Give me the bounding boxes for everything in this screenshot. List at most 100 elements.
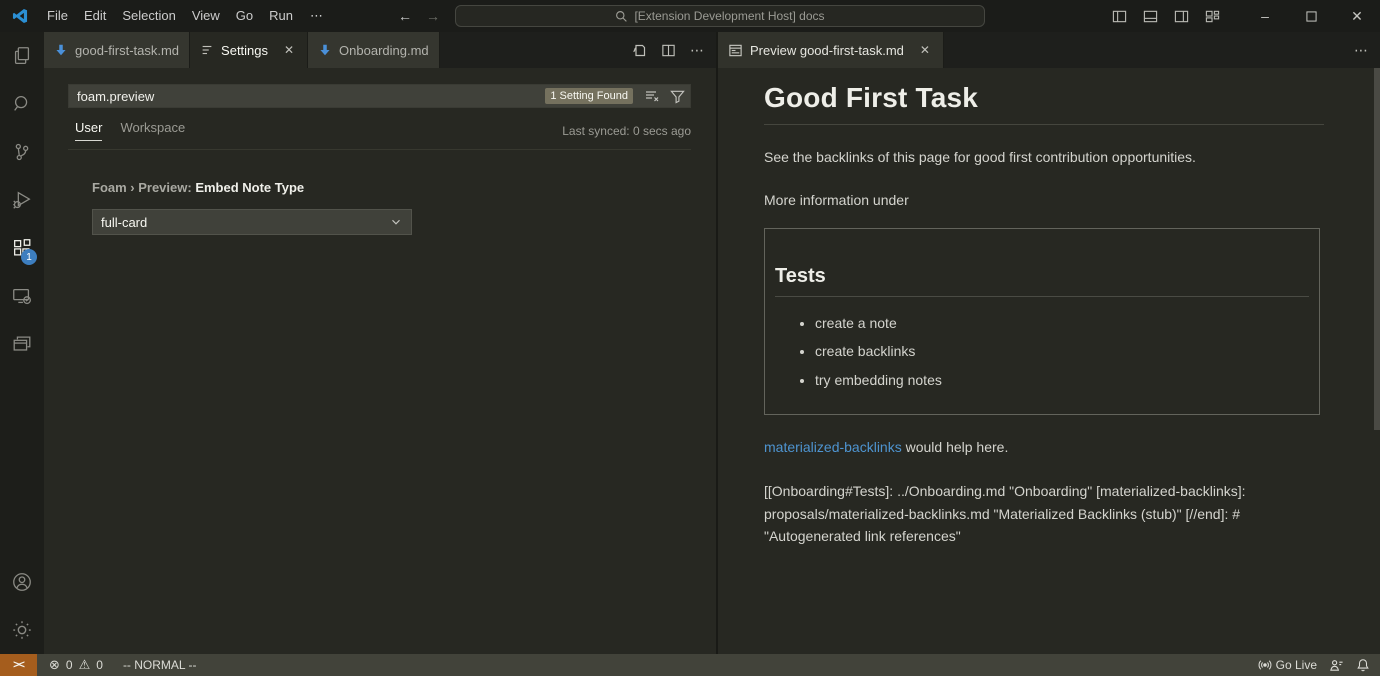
extensions-icon[interactable]: 1 — [0, 224, 44, 272]
search-view-icon[interactable] — [0, 80, 44, 128]
source-control-icon[interactable] — [0, 128, 44, 176]
settings-results-badge: 1 Setting Found — [545, 88, 633, 104]
settings-editor: 1 Setting Found User Workspace Last sync… — [44, 68, 716, 654]
embedded-note-card: Tests create a note create backlinks try… — [764, 228, 1320, 415]
embedded-note-title: Tests — [775, 265, 1309, 297]
error-icon: ⊗ — [49, 657, 60, 673]
markdown-file-icon — [318, 43, 332, 57]
setting-row-embed-note-type: Foam › Preview: Embed Note Type full-car… — [92, 180, 716, 235]
tab-settings[interactable]: Settings ✕ — [190, 32, 308, 68]
window-close-button[interactable]: ✕ — [1334, 0, 1380, 32]
tab-close-icon[interactable]: ✕ — [281, 43, 297, 57]
scope-tab-workspace[interactable]: Workspace — [120, 120, 185, 141]
windows-panel-icon[interactable] — [0, 320, 44, 368]
tab-close-icon[interactable]: ✕ — [917, 43, 933, 57]
run-debug-icon[interactable] — [0, 176, 44, 224]
preview-title: Good First Task — [764, 82, 1324, 125]
settings-search-box: 1 Setting Found — [68, 84, 691, 108]
list-item: create a note — [815, 313, 1309, 333]
editor-more-actions-icon[interactable]: ⋯ — [690, 42, 704, 59]
error-count: 0 — [66, 658, 73, 672]
command-center-search[interactable]: [Extension Development Host] docs — [455, 5, 985, 27]
warning-icon: ⚠ — [79, 657, 91, 673]
bell-icon — [1356, 658, 1370, 672]
notifications-button[interactable] — [1350, 654, 1380, 676]
markdown-preview-icon — [728, 43, 743, 58]
remote-indicator[interactable]: >< — [0, 654, 37, 676]
tab-label: Settings — [221, 43, 268, 58]
tab-label: Onboarding.md — [339, 43, 429, 58]
title-bar: File Edit Selection View Go Run ⋯ ← → [E… — [0, 0, 1380, 32]
filter-settings-icon[interactable] — [670, 89, 685, 104]
materialized-backlinks-link[interactable]: materialized-backlinks — [764, 439, 902, 455]
tab-label: good-first-task.md — [75, 43, 179, 58]
link-suffix-text: would help here. — [902, 439, 1009, 455]
preview-paragraph-backlinks: See the backlinks of this page for good … — [764, 147, 1324, 168]
status-bar: >< ⊗ 0 ⚠ 0 -- NORMAL -- Go Live — [0, 654, 1380, 676]
list-item: try embedding notes — [815, 370, 1309, 390]
editor-more-actions-icon[interactable]: ⋯ — [1354, 42, 1368, 59]
vscode-logo-icon — [11, 7, 29, 25]
menu-run[interactable]: Run — [261, 5, 301, 27]
person-feedback-icon — [1329, 658, 1344, 673]
history-back-icon[interactable]: ← — [398, 8, 412, 24]
open-settings-json-icon[interactable] — [631, 42, 647, 58]
link-references-text: [[Onboarding#Tests]: ../Onboarding.md "O… — [764, 480, 1320, 548]
explorer-icon[interactable] — [0, 32, 44, 80]
editor-group-left: good-first-task.md Settings ✕ Onboarding… — [44, 32, 716, 654]
go-live-button[interactable]: Go Live — [1252, 654, 1323, 676]
vscode-window: File Edit Selection View Go Run ⋯ ← → [E… — [0, 0, 1380, 676]
toggle-secondary-sidebar-icon[interactable] — [1174, 9, 1189, 24]
setting-label: Embed Note Type — [195, 180, 304, 195]
tab-good-first-task[interactable]: good-first-task.md — [44, 32, 190, 68]
tab-bar-right: Preview good-first-task.md ✕ ⋯ — [718, 32, 1380, 68]
accounts-icon[interactable] — [0, 558, 44, 606]
dropdown-value: full-card — [101, 215, 147, 230]
last-synced-label: Last synced: 0 secs ago — [562, 124, 691, 138]
broadcast-icon — [1258, 658, 1272, 672]
tab-label: Preview good-first-task.md — [750, 43, 904, 58]
chevron-down-icon — [389, 215, 403, 229]
menu-go[interactable]: Go — [228, 5, 261, 27]
split-editor-icon[interactable] — [661, 43, 676, 58]
settings-editor-icon — [200, 43, 214, 57]
tab-onboarding[interactable]: Onboarding.md — [308, 32, 440, 68]
tab-bar-left: good-first-task.md Settings ✕ Onboarding… — [44, 32, 716, 68]
window-maximize-button[interactable] — [1288, 0, 1334, 32]
toggle-primary-sidebar-icon[interactable] — [1112, 9, 1127, 24]
activity-bar: 1 — [0, 32, 44, 654]
preview-scrollbar-thumb[interactable] — [1374, 68, 1380, 430]
scope-tab-user[interactable]: User — [75, 120, 102, 141]
settings-scope-tabs: User Workspace Last synced: 0 secs ago — [68, 120, 691, 150]
markdown-preview-content: Good First Task See the backlinks of thi… — [718, 68, 1324, 548]
embed-note-type-dropdown[interactable]: full-card — [92, 209, 412, 235]
settings-search-input[interactable] — [69, 89, 545, 104]
feedback-button[interactable] — [1323, 654, 1350, 676]
problems-status[interactable]: ⊗ 0 ⚠ 0 — [43, 654, 109, 676]
preview-paragraph-link: materialized-backlinks would help here. — [764, 437, 1324, 458]
menu-edit[interactable]: Edit — [76, 5, 114, 27]
search-icon — [615, 10, 628, 23]
markdown-preview-pane: Good First Task See the backlinks of thi… — [718, 68, 1380, 654]
go-live-label: Go Live — [1276, 658, 1317, 672]
customize-layout-icon[interactable] — [1205, 9, 1220, 24]
toggle-panel-icon[interactable] — [1143, 9, 1158, 24]
settings-gear-icon[interactable] — [0, 606, 44, 654]
history-forward-icon[interactable]: → — [426, 8, 440, 24]
editor-group-right: Preview good-first-task.md ✕ ⋯ Good Firs… — [716, 32, 1380, 654]
warning-count: 0 — [96, 658, 103, 672]
preview-paragraph-more-info: More information under — [764, 190, 1324, 211]
remote-explorer-icon[interactable] — [0, 272, 44, 320]
clear-search-filters-icon[interactable] — [644, 88, 660, 104]
vim-mode-indicator[interactable]: -- NORMAL -- — [117, 654, 203, 676]
tab-preview-good-first-task[interactable]: Preview good-first-task.md ✕ — [718, 32, 944, 68]
menu-selection[interactable]: Selection — [114, 5, 183, 27]
list-item: create backlinks — [815, 341, 1309, 361]
menu-file[interactable]: File — [39, 5, 76, 27]
window-minimize-button[interactable]: – — [1242, 0, 1288, 32]
setting-category: Foam › Preview: — [92, 180, 195, 195]
menu-more-icon[interactable]: ⋯ — [301, 5, 332, 27]
menu-view[interactable]: View — [184, 5, 228, 27]
extensions-badge: 1 — [21, 249, 37, 265]
command-center-label: [Extension Development Host] docs — [634, 9, 824, 23]
